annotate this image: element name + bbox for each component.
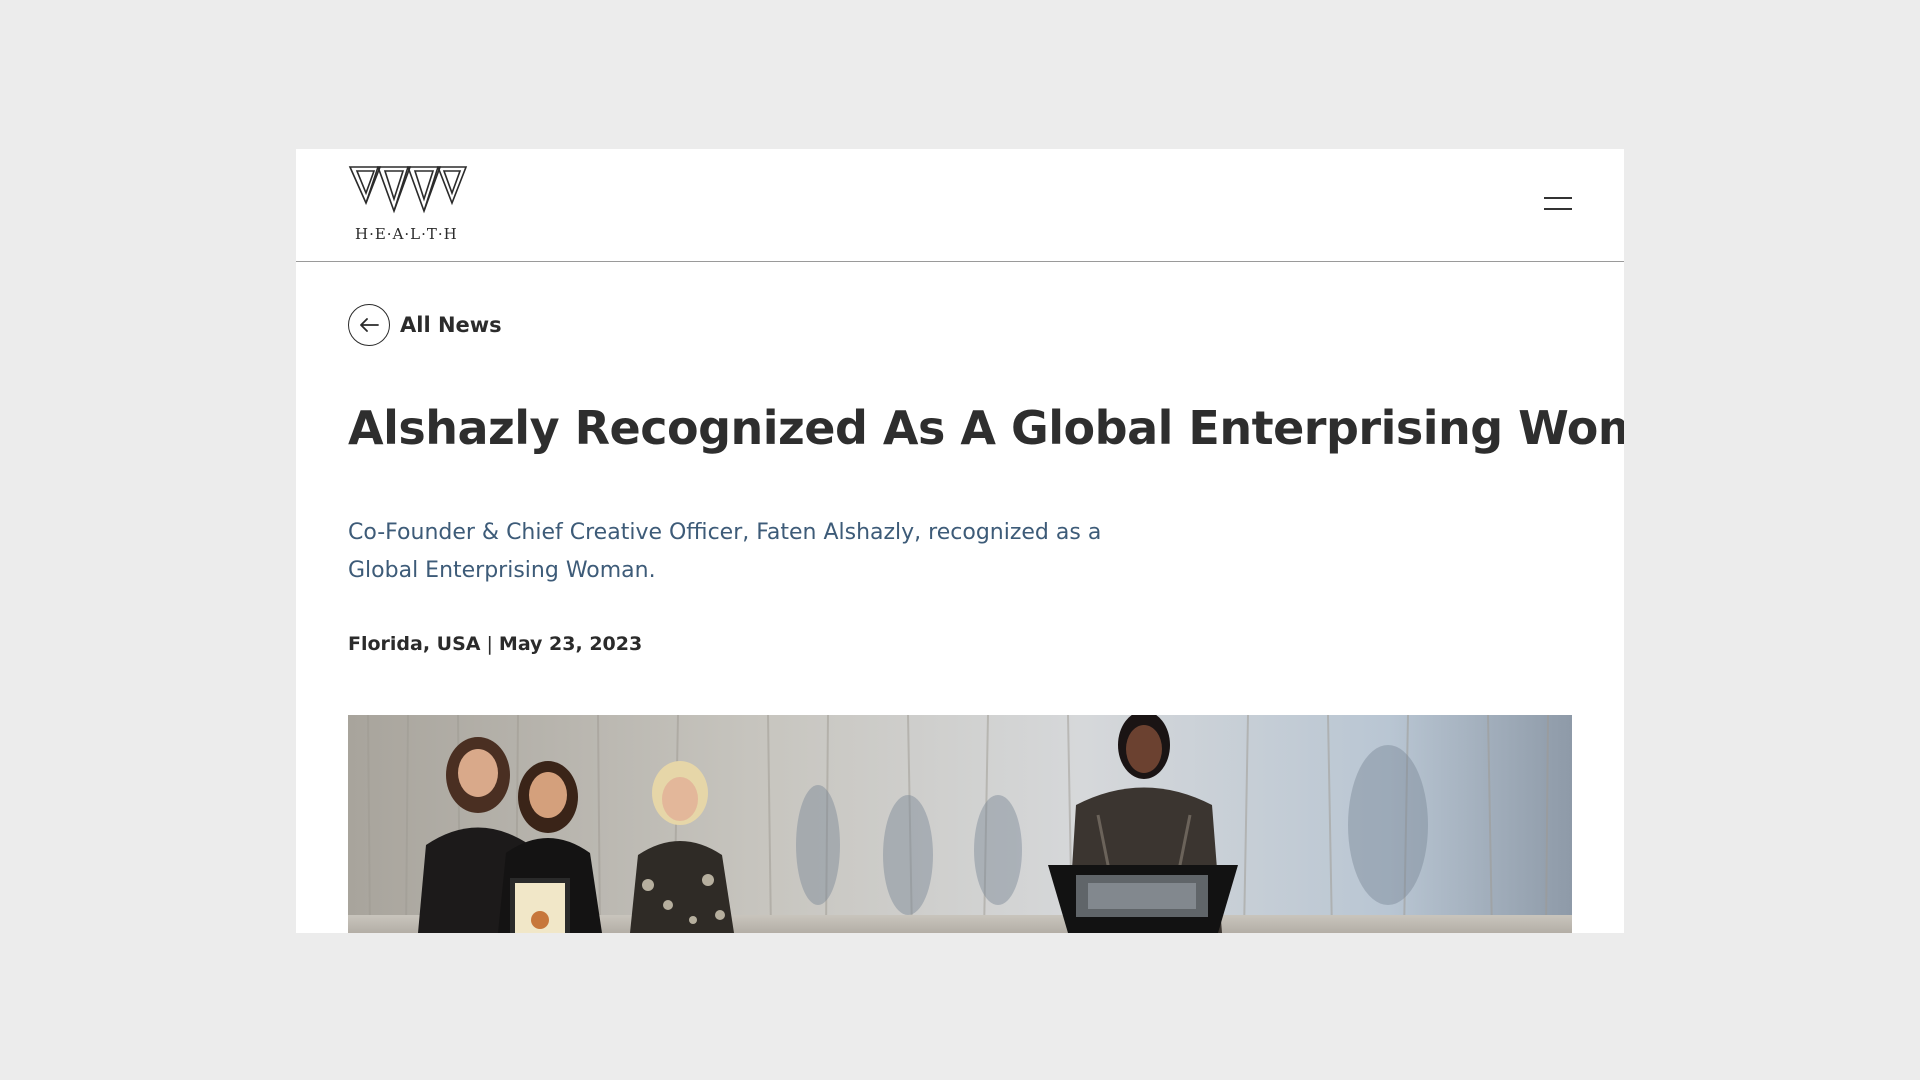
back-to-all-news-link[interactable]: All News (348, 304, 502, 346)
back-link-label[interactable]: All News (400, 313, 502, 337)
article-title: Alshazly Recognized As A Global Enterpri… (348, 401, 1624, 455)
arrow-left-icon (360, 318, 379, 332)
article-date: May 23, 2023 (498, 633, 643, 655)
award-ceremony-photo (348, 715, 1572, 933)
w-health-logo[interactable]: H·E·A·L·T·H (348, 165, 468, 247)
site-header: H·E·A·L·T·H (296, 149, 1624, 262)
page-frame: H·E·A·L·T·H All News Alshazly Recognized… (296, 149, 1624, 933)
article-subtitle: Co-Founder & Chief Creative Officer, Fat… (348, 520, 1102, 583)
article-location: Florida, USA (348, 633, 481, 655)
back-circle-button[interactable] (348, 304, 390, 346)
logo-wordmark: H·E·A·L·T·H (355, 225, 458, 243)
hamburger-menu-icon[interactable] (1544, 197, 1572, 213)
meta-separator: | (486, 633, 493, 655)
w-logo-mark-icon (348, 166, 468, 214)
menu-line-top (1544, 197, 1572, 199)
menu-line-bottom (1544, 208, 1572, 210)
article-hero-photo (348, 715, 1572, 933)
article-meta: Florida, USA | May 23, 2023 (348, 633, 642, 655)
